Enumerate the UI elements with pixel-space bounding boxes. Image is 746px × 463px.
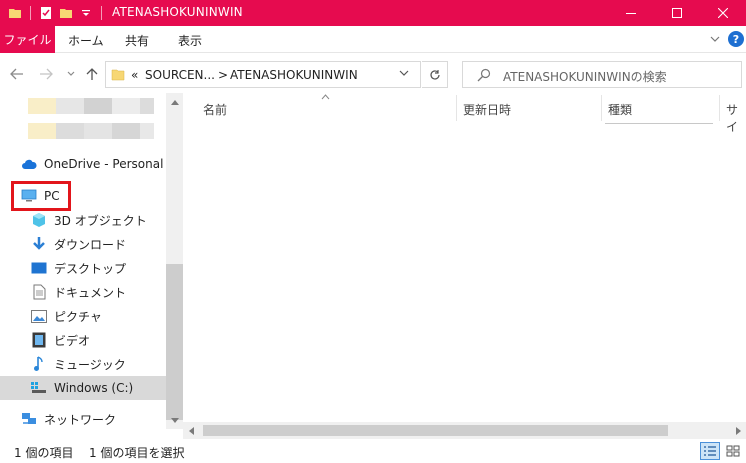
close-button[interactable] [700,0,746,26]
3d-objects-icon [30,211,48,229]
details-view-icon [704,446,716,456]
nav-item-label: ダウンロード [54,237,127,252]
large-icons-view-button[interactable] [723,442,743,460]
nav-item-windows-c[interactable]: Windows (C:) [0,376,166,400]
tab-file[interactable]: ファイル [0,26,55,53]
nav-item-pictures[interactable]: ピクチャ [0,304,166,328]
download-icon [30,235,48,253]
window-title: ATENASHOKUNINWIN [112,5,243,19]
nav-item-label: 3D オブジェクト [54,213,147,228]
properties-icon[interactable] [37,4,55,22]
address-segment-sourcen[interactable]: SOURCEN... [145,68,215,82]
explorer-window: ATENASHOKUNINWIN ファイル ホーム 共有 表示 ? « SOUR… [0,0,746,463]
search-input[interactable]: ATENASHOKUNINWINの検索 [503,68,667,85]
refresh-icon [429,69,440,80]
drive-icon [30,379,48,397]
nav-item-music[interactable]: ミュージック [0,352,166,376]
column-header-type[interactable]: 種類 [608,101,632,118]
details-view-button[interactable] [700,442,720,460]
nav-item-network[interactable]: ネットワーク [0,407,166,431]
new-folder-icon[interactable] [57,4,75,22]
nav-item-downloads[interactable]: ダウンロード [0,232,166,256]
highlight-box [11,181,71,211]
blurred-item [28,123,154,139]
nav-item-onedrive[interactable]: OneDrive - Personal [0,152,166,176]
music-icon [30,355,48,373]
title-bar: ATENASHOKUNINWIN [0,0,746,26]
address-overflow[interactable]: « [131,68,138,82]
back-button[interactable] [8,65,26,83]
nav-item-3d-objects[interactable]: 3D オブジェクト [0,208,166,232]
nav-item-label: ビデオ [54,333,91,348]
maximize-button[interactable] [654,0,700,26]
nav-item-label: ネットワーク [44,412,117,427]
nav-item-label: ミュージック [54,357,126,372]
videos-icon [30,331,48,349]
folder-icon [6,4,24,22]
help-button[interactable]: ? [728,31,744,47]
pictures-icon [30,307,48,325]
header-underline [605,123,713,124]
toolbar-separator [30,6,31,20]
quick-access-toolbar [6,4,106,22]
chevron-down-icon[interactable] [707,31,723,47]
documents-icon [30,283,48,301]
minimize-button[interactable] [608,0,654,26]
desktop-icon [30,259,48,277]
blurred-item [28,98,154,114]
status-item-count: 1 個の項目 [14,446,74,460]
address-separator[interactable]: > [218,68,228,82]
scroll-right-icon[interactable] [729,422,746,439]
column-divider[interactable] [456,95,457,121]
nav-item-label: ドキュメント [54,285,127,300]
search-icon [477,68,491,85]
chevron-down-icon[interactable] [399,68,409,81]
column-header-name[interactable]: 名前 [203,101,227,118]
nav-item-label: ピクチャ [54,309,102,324]
toolbar-separator [101,6,102,20]
folder-icon [111,68,125,85]
status-bar: 1 個の項目 1 個の項目を選択 [0,439,746,463]
tab-home[interactable]: ホーム [68,32,104,49]
file-list[interactable]: 名前 更新日時 種類 サイ [183,93,746,429]
sort-ascending-icon [321,93,330,103]
nav-item-label: デスクトップ [54,261,127,276]
nav-item-documents[interactable]: ドキュメント [0,280,166,304]
address-bar[interactable]: « SOURCEN... > ATENASHOKUNINWIN [105,61,421,88]
status-selected: 1 個の項目を選択 [89,446,185,460]
nav-item-videos[interactable]: ビデオ [0,328,166,352]
nav-item-label: Windows (C:) [54,381,134,395]
customize-dropdown-icon[interactable] [77,4,95,22]
column-divider[interactable] [719,95,720,121]
ribbon-tabs: ファイル ホーム 共有 表示 ? [0,26,746,53]
nav-item-label: OneDrive - Personal [44,157,164,171]
navigation-bar: « SOURCEN... > ATENASHOKUNINWIN ATENASHO… [0,53,746,93]
nav-pane-scrollbar[interactable] [166,93,183,429]
scrollbar-thumb[interactable] [166,264,183,420]
search-box[interactable]: ATENASHOKUNINWINの検索 [462,61,742,88]
onedrive-icon [20,155,38,173]
scroll-up-icon[interactable] [166,93,183,110]
tab-share[interactable]: 共有 [125,32,149,49]
horizontal-scrollbar[interactable] [183,422,746,439]
tab-view[interactable]: 表示 [178,32,202,49]
refresh-button[interactable] [422,61,448,88]
navigation-pane: OneDrive - Personal PC 3D オブジェクト ダウンロード [0,93,166,429]
up-button[interactable] [83,65,101,83]
column-header-size[interactable]: サイ [726,101,746,135]
scrollbar-thumb[interactable] [203,425,668,436]
scroll-down-icon[interactable] [166,412,183,429]
address-segment-current[interactable]: ATENASHOKUNINWIN [230,68,358,82]
column-divider[interactable] [601,95,602,121]
network-icon [20,410,38,428]
scroll-left-icon[interactable] [183,422,200,439]
recent-locations-button[interactable] [62,65,80,83]
forward-button[interactable] [37,65,55,83]
large-icons-view-icon [726,445,740,457]
column-header-modified[interactable]: 更新日時 [463,101,511,118]
nav-item-desktop[interactable]: デスクトップ [0,256,166,280]
